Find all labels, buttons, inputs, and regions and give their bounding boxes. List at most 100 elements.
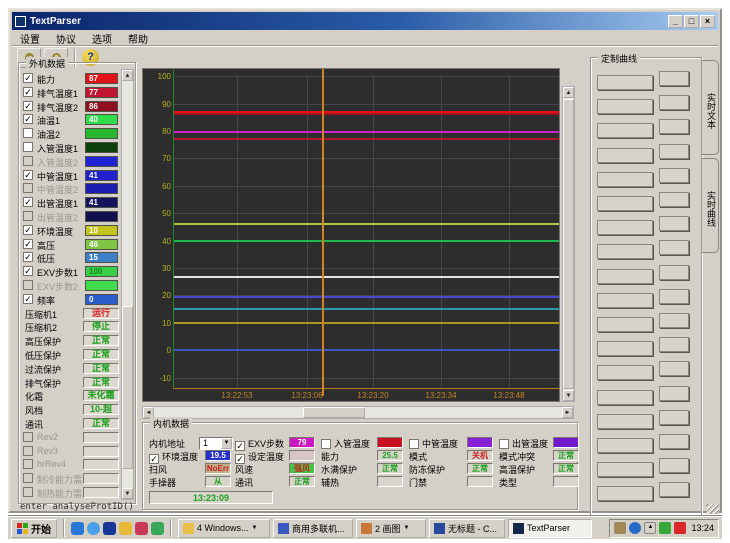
checkbox[interactable] [23, 432, 33, 442]
tray-network-icon[interactable] [629, 522, 641, 534]
checkbox[interactable] [321, 439, 331, 449]
menu-item-3[interactable]: 帮助 [120, 30, 156, 47]
checkbox[interactable] [23, 459, 33, 469]
menu-item-1[interactable]: 协议 [48, 30, 84, 47]
start-button[interactable]: 开始 [11, 519, 57, 538]
custom-name-field[interactable] [597, 390, 653, 405]
custom-value-field[interactable] [659, 71, 689, 86]
checkbox[interactable]: ✓ [23, 73, 33, 83]
custom-value-field[interactable] [659, 144, 689, 159]
custom-name-field[interactable] [597, 462, 653, 477]
custom-value-field[interactable] [659, 119, 689, 134]
vscroll-thumb[interactable] [563, 99, 574, 389]
task-button-2[interactable]: 2 画图▼ [356, 519, 426, 538]
custom-name-field[interactable] [597, 486, 653, 501]
tray-arrow-icon[interactable]: ▲ [644, 522, 656, 534]
checkbox[interactable]: ✓ [23, 294, 33, 304]
resize-grip[interactable] [706, 504, 719, 514]
custom-name-field[interactable] [597, 244, 653, 259]
custom-name-field[interactable] [597, 99, 653, 114]
scroll-thumb[interactable] [122, 306, 133, 469]
checkbox[interactable] [23, 280, 33, 290]
custom-value-field[interactable] [659, 265, 689, 280]
custom-name-field[interactable] [597, 438, 653, 453]
tray-download-icon[interactable] [674, 522, 686, 534]
custom-name-field[interactable] [597, 269, 653, 284]
custom-name-field[interactable] [597, 123, 653, 138]
custom-value-field[interactable] [659, 95, 689, 110]
quick-launch-browser-icon[interactable] [71, 522, 84, 535]
vscroll-up-button[interactable]: ▲ [563, 87, 574, 98]
custom-value-field[interactable] [659, 313, 689, 328]
custom-name-field[interactable] [597, 75, 653, 90]
task-button-3[interactable]: 无标题 - C... [429, 519, 505, 538]
quick-launch-mail-icon[interactable] [135, 522, 148, 535]
quick-launch-globe-icon[interactable] [87, 522, 100, 535]
checkbox[interactable] [23, 128, 33, 138]
tab-realtime-text[interactable]: 实时文本 [702, 60, 719, 155]
custom-value-field[interactable] [659, 240, 689, 255]
checkbox[interactable]: ✓ [23, 239, 33, 249]
custom-name-field[interactable] [597, 293, 653, 308]
menu-item-2[interactable]: 选项 [84, 30, 120, 47]
custom-value-field[interactable] [659, 410, 689, 425]
custom-value-field[interactable] [659, 386, 689, 401]
checkbox[interactable] [23, 156, 33, 166]
checkbox[interactable] [23, 211, 33, 221]
custom-value-field[interactable] [659, 434, 689, 449]
checkbox[interactable]: ✓ [23, 252, 33, 262]
checkbox[interactable]: ✓ [23, 197, 33, 207]
custom-value-field[interactable] [659, 337, 689, 352]
custom-name-field[interactable] [597, 220, 653, 235]
task-button-1[interactable]: 商用多联机... [273, 519, 353, 538]
checkbox[interactable] [409, 439, 419, 449]
minimize-button[interactable]: _ [668, 15, 683, 28]
custom-value-field[interactable] [659, 192, 689, 207]
custom-value-field[interactable] [659, 289, 689, 304]
chart-hscrollbar[interactable]: ◄ ► [142, 406, 574, 419]
custom-name-field[interactable] [597, 341, 653, 356]
checkbox[interactable]: ✓ [23, 114, 33, 124]
vscroll-down-button[interactable]: ▼ [563, 390, 574, 401]
checkbox[interactable] [23, 473, 33, 483]
custom-value-field[interactable] [659, 458, 689, 473]
outdoor-scrollbar[interactable]: ▲ ▼ [121, 69, 134, 500]
task-button-0[interactable]: 4 Windows...▼ [178, 519, 270, 538]
tray-printer-icon[interactable] [614, 522, 626, 534]
custom-value-field[interactable] [659, 216, 689, 231]
quick-launch-media-icon[interactable] [151, 522, 164, 535]
custom-name-field[interactable] [597, 148, 653, 163]
checkbox[interactable]: ✓ [23, 101, 33, 111]
checkbox[interactable] [23, 183, 33, 193]
custom-value-field[interactable] [659, 482, 689, 497]
task-button-4[interactable]: TextParser [508, 519, 592, 538]
checkbox[interactable] [23, 487, 33, 497]
checkbox[interactable] [499, 439, 509, 449]
checkbox[interactable] [23, 446, 33, 456]
hscroll-thumb[interactable] [303, 407, 365, 418]
custom-name-field[interactable] [597, 196, 653, 211]
checkbox[interactable] [23, 142, 33, 152]
scroll-up-button[interactable]: ▲ [122, 70, 133, 81]
menu-item-0[interactable]: 设置 [12, 30, 48, 47]
tray-status-icon[interactable] [659, 522, 671, 534]
quick-launch-app-icon[interactable] [103, 522, 116, 535]
checkbox[interactable]: ✓ [23, 170, 33, 180]
custom-value-field[interactable] [659, 168, 689, 183]
hscroll-right-button[interactable]: ► [562, 407, 573, 418]
custom-name-field[interactable] [597, 414, 653, 429]
close-button[interactable]: × [700, 15, 715, 28]
checkbox[interactable]: ✓ [23, 225, 33, 235]
custom-name-field[interactable] [597, 172, 653, 187]
checkbox[interactable]: ✓ [23, 266, 33, 276]
chart-vscrollbar[interactable]: ▲ ▼ [562, 86, 575, 402]
custom-name-field[interactable] [597, 317, 653, 332]
custom-name-field[interactable] [597, 365, 653, 380]
quick-launch-folder-icon[interactable] [119, 522, 132, 535]
restore-button[interactable]: □ [684, 15, 699, 28]
custom-value-field[interactable] [659, 361, 689, 376]
scroll-down-button[interactable]: ▼ [122, 488, 133, 499]
checkbox[interactable]: ✓ [23, 87, 33, 97]
indoor-address-select[interactable]: 1▼ [199, 437, 233, 450]
tab-realtime-curve[interactable]: 实时曲线 [702, 158, 719, 253]
